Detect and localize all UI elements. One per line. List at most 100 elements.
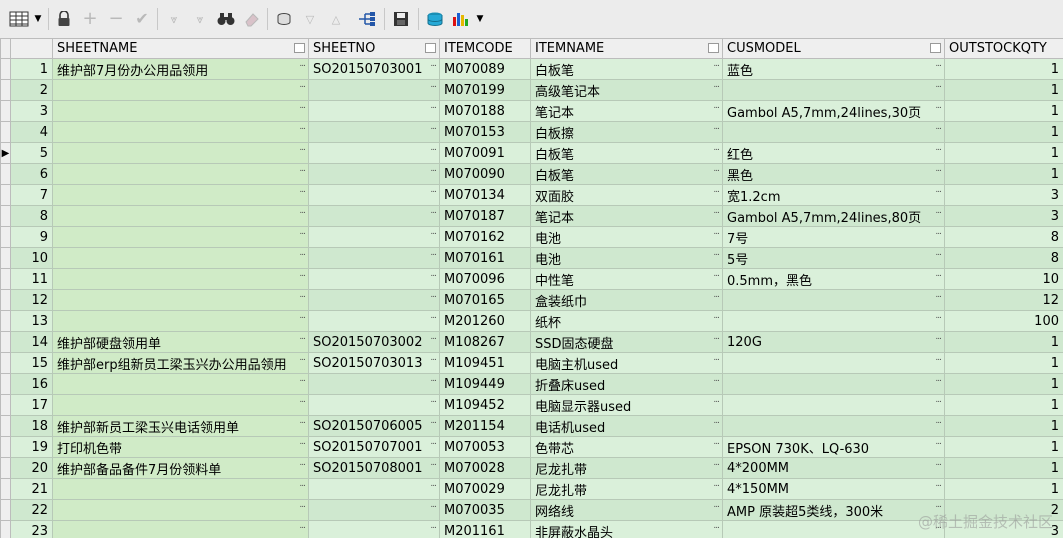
cell-cusmodel[interactable]: ...: [722, 310, 945, 332]
cell-qty[interactable]: 1: [944, 352, 1063, 374]
row-indicator[interactable]: [0, 457, 11, 479]
cell-sheetno[interactable]: ...: [308, 247, 440, 269]
cell-cusmodel[interactable]: 宽1.2cm...: [722, 184, 945, 206]
cell-sheetname[interactable]: ...: [52, 100, 309, 122]
cell-ellipsis-button[interactable]: ...: [430, 123, 437, 133]
cell-ellipsis-button[interactable]: ...: [299, 312, 306, 322]
cell-sheetname[interactable]: ...: [52, 499, 309, 521]
cell-itemname[interactable]: 电话机used...: [530, 415, 723, 437]
row-number[interactable]: 13: [10, 310, 53, 332]
cell-sheetno[interactable]: ...: [308, 373, 440, 395]
table-row[interactable]: ▶ 5...... M070091 白板笔... 红色... 1: [0, 142, 1063, 164]
cell-sheetname[interactable]: ...: [52, 226, 309, 248]
cell-qty[interactable]: 12: [944, 289, 1063, 311]
cell-sheetno[interactable]: ...: [308, 184, 440, 206]
cell-qty[interactable]: 1: [944, 163, 1063, 185]
cell-itemcode[interactable]: M201161: [439, 520, 531, 538]
cell-itemname[interactable]: 电脑主机used...: [530, 352, 723, 374]
row-number[interactable]: 6: [10, 163, 53, 185]
header-rownum[interactable]: [10, 38, 53, 59]
cell-itemcode[interactable]: M070035: [439, 499, 531, 521]
cell-sheetno[interactable]: ...: [308, 289, 440, 311]
cell-ellipsis-button[interactable]: ...: [935, 270, 942, 280]
cell-ellipsis-button[interactable]: ...: [430, 81, 437, 91]
cell-ellipsis-button[interactable]: ...: [299, 375, 306, 385]
cell-itemcode[interactable]: M070165: [439, 289, 531, 311]
cell-ellipsis-button[interactable]: ...: [935, 102, 942, 112]
cell-ellipsis-button[interactable]: ...: [299, 480, 306, 490]
plus-icon[interactable]: +: [79, 8, 101, 30]
row-number[interactable]: 10: [10, 247, 53, 269]
table-row[interactable]: 23...... M201161 非屏蔽水晶头...... 3: [0, 520, 1063, 538]
cell-cusmodel[interactable]: 蓝色...: [722, 58, 945, 80]
cell-ellipsis-button[interactable]: ...: [713, 438, 720, 448]
row-number[interactable]: 3: [10, 100, 53, 122]
cell-sheetno[interactable]: SO20150708001...: [308, 457, 440, 479]
cell-sheetno[interactable]: SO20150703002...: [308, 331, 440, 353]
cell-qty[interactable]: 1: [944, 121, 1063, 143]
cell-ellipsis-button[interactable]: ...: [935, 438, 942, 448]
column-filter-button[interactable]: [930, 43, 941, 53]
row-indicator[interactable]: [0, 373, 11, 395]
cell-itemname[interactable]: 笔记本...: [530, 100, 723, 122]
cell-ellipsis-button[interactable]: ...: [713, 480, 720, 490]
row-indicator[interactable]: [0, 226, 11, 248]
row-number[interactable]: 14: [10, 331, 53, 353]
grid-icon[interactable]: [6, 8, 32, 30]
table-row[interactable]: 10...... M070161 电池... 5号... 8: [0, 247, 1063, 269]
cell-ellipsis-button[interactable]: ...: [713, 144, 720, 154]
row-number[interactable]: 16: [10, 373, 53, 395]
cell-sheetname[interactable]: 维护部erp组新员工梁玉兴办公用品领用...: [52, 352, 309, 374]
column-filter-button[interactable]: [294, 43, 305, 53]
save-icon[interactable]: [390, 8, 412, 30]
cell-cusmodel[interactable]: ...: [722, 394, 945, 416]
cell-ellipsis-button[interactable]: ...: [935, 207, 942, 217]
cell-qty[interactable]: 1: [944, 457, 1063, 479]
cell-cusmodel[interactable]: 4*150MM...: [722, 478, 945, 500]
table-row[interactable]: 6...... M070090 白板笔... 黑色... 1: [0, 163, 1063, 185]
cell-ellipsis-button[interactable]: ...: [299, 165, 306, 175]
cell-ellipsis-button[interactable]: ...: [935, 333, 942, 343]
cell-ellipsis-button[interactable]: ...: [430, 522, 437, 532]
cell-ellipsis-button[interactable]: ...: [299, 123, 306, 133]
row-indicator[interactable]: [0, 58, 11, 80]
cell-qty[interactable]: 1: [944, 100, 1063, 122]
cell-ellipsis-button[interactable]: ...: [299, 228, 306, 238]
cell-sheetname[interactable]: ...: [52, 205, 309, 227]
minus-icon[interactable]: −: [105, 8, 127, 30]
cell-sheetname[interactable]: ...: [52, 184, 309, 206]
filter-clear-icon[interactable]: ⩔: [189, 8, 211, 30]
cell-ellipsis-button[interactable]: ...: [299, 501, 306, 511]
cell-ellipsis-button[interactable]: ...: [935, 165, 942, 175]
row-indicator[interactable]: [0, 268, 11, 290]
column-filter-button[interactable]: [708, 43, 719, 53]
row-indicator[interactable]: [0, 184, 11, 206]
cell-itemname[interactable]: 高级笔记本...: [530, 79, 723, 101]
cell-qty[interactable]: 1: [944, 142, 1063, 164]
eraser-icon[interactable]: [241, 8, 263, 30]
cell-cusmodel[interactable]: ...: [722, 79, 945, 101]
tree-icon[interactable]: [356, 8, 378, 30]
cell-qty[interactable]: 100: [944, 310, 1063, 332]
cell-ellipsis-button[interactable]: ...: [935, 123, 942, 133]
cell-itemname[interactable]: 电池...: [530, 226, 723, 248]
cell-itemcode[interactable]: M070029: [439, 478, 531, 500]
table-row[interactable]: 13...... M201260 纸杯...... 100: [0, 310, 1063, 332]
sort-asc-icon[interactable]: △: [325, 8, 347, 30]
cell-sheetno[interactable]: ...: [308, 310, 440, 332]
cell-sheetname[interactable]: ...: [52, 289, 309, 311]
table-row[interactable]: 18 维护部新员工梁玉兴电话领用单... SO20150706005... M2011…: [0, 415, 1063, 437]
cell-ellipsis-button[interactable]: ...: [713, 417, 720, 427]
cell-itemname[interactable]: 电脑显示器used...: [530, 394, 723, 416]
cell-sheetno[interactable]: ...: [308, 394, 440, 416]
table-row[interactable]: 3...... M070188 笔记本... Gambol A5,7mm,24line…: [0, 100, 1063, 122]
cell-sheetname[interactable]: ...: [52, 163, 309, 185]
cell-itemname[interactable]: 白板擦...: [530, 121, 723, 143]
row-indicator[interactable]: [0, 79, 11, 101]
table-row[interactable]: 22...... M070035 网络线... AMP 原装超5类线，300米... 2: [0, 499, 1063, 521]
table-row[interactable]: 21...... M070029 尼龙扎带... 4*150MM... 1: [0, 478, 1063, 500]
cell-itemname[interactable]: 尼龙扎带...: [530, 478, 723, 500]
row-number[interactable]: 15: [10, 352, 53, 374]
row-number[interactable]: 9: [10, 226, 53, 248]
check-icon[interactable]: ✔: [131, 8, 153, 30]
